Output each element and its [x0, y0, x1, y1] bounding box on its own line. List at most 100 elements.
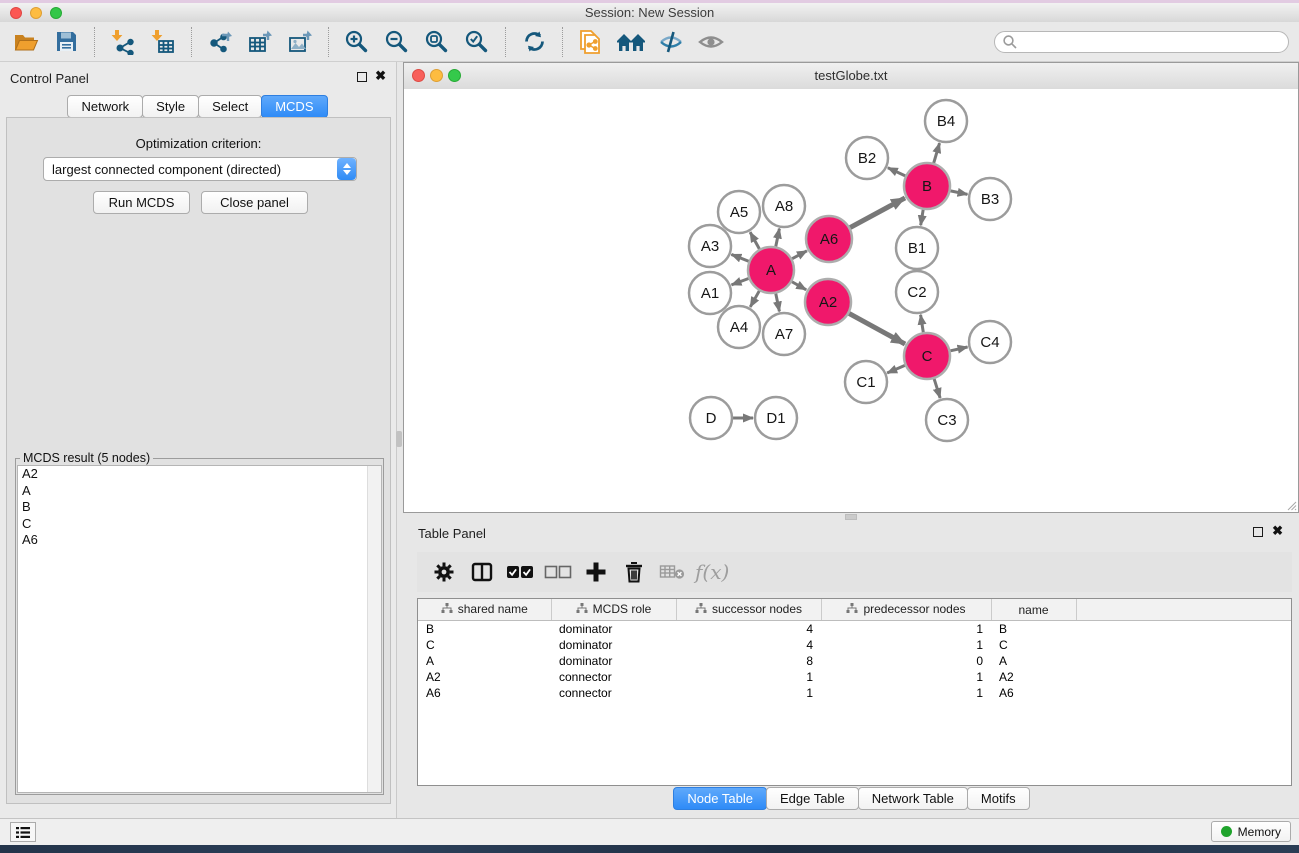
node-table[interactable]: shared nameMCDS rolesuccessor nodesprede…	[417, 598, 1292, 786]
cell-name[interactable]: A2	[991, 669, 1076, 685]
column-header-name[interactable]: name	[991, 599, 1076, 621]
table-close-panel-icon[interactable]: ✖	[1272, 524, 1283, 538]
cell-MCDS-role[interactable]: dominator	[551, 621, 676, 638]
cell-MCDS-role[interactable]: dominator	[551, 653, 676, 669]
show-columns-button[interactable]	[463, 554, 501, 590]
hide-details-button[interactable]	[651, 24, 691, 60]
edge-B-B3[interactable]	[951, 191, 968, 195]
open-session-button[interactable]	[6, 24, 46, 60]
node-B[interactable]: B	[904, 163, 950, 209]
cell-name[interactable]: A6	[991, 685, 1076, 701]
tab-style[interactable]: Style	[142, 95, 199, 118]
cell-predecessor-nodes[interactable]: 1	[821, 621, 991, 638]
result-item-a[interactable]: A	[18, 483, 381, 500]
result-item-a2[interactable]: A2	[18, 466, 381, 483]
edge-A-A3[interactable]	[731, 254, 748, 261]
cell-shared-name[interactable]: A	[418, 653, 551, 669]
node-A2[interactable]: A2	[805, 279, 851, 325]
cell-MCDS-role[interactable]: connector	[551, 685, 676, 701]
column-header-successor-nodes[interactable]: successor nodes	[676, 599, 821, 621]
edge-C-C1[interactable]	[887, 365, 905, 373]
node-C1[interactable]: C1	[845, 361, 887, 403]
node-A8[interactable]: A8	[763, 185, 805, 227]
memory-button[interactable]: Memory	[1211, 821, 1291, 842]
mcds-result-list[interactable]: A2ABCA6	[17, 465, 382, 793]
node-B1[interactable]: B1	[896, 227, 938, 269]
zoom-fit-button[interactable]	[417, 24, 457, 60]
show-hide-graphics-button[interactable]	[611, 24, 651, 60]
tab-network[interactable]: Network	[67, 95, 143, 118]
edge-B-B2[interactable]	[888, 168, 905, 176]
export-table-button[interactable]	[240, 24, 280, 60]
edge-A-A5[interactable]	[750, 232, 759, 249]
tab-mcds[interactable]: MCDS	[261, 95, 327, 118]
node-C4[interactable]: C4	[969, 321, 1011, 363]
cell-shared-name[interactable]: A2	[418, 669, 551, 685]
node-A1[interactable]: A1	[689, 272, 731, 314]
run-mcds-button[interactable]: Run MCDS	[93, 191, 190, 214]
cell-successor-nodes[interactable]: 4	[676, 637, 821, 653]
node-B4[interactable]: B4	[925, 100, 967, 142]
tab-select[interactable]: Select	[198, 95, 262, 118]
zoom-in-button[interactable]	[337, 24, 377, 60]
edge-A-A8[interactable]	[776, 229, 780, 247]
table-settings-button[interactable]	[425, 554, 463, 590]
table-row[interactable]: Adominator80A	[418, 653, 1291, 669]
edge-B-B4[interactable]	[934, 143, 940, 163]
table-row[interactable]: A6connector11A6	[418, 685, 1291, 701]
node-A5[interactable]: A5	[718, 191, 760, 233]
result-item-b[interactable]: B	[18, 499, 381, 516]
select-all-button[interactable]	[501, 554, 539, 590]
close-panel-icon[interactable]: ✖	[375, 69, 386, 83]
tab-network-table[interactable]: Network Table	[858, 787, 968, 810]
result-scrollbar-track[interactable]	[367, 466, 381, 792]
cell-successor-nodes[interactable]: 4	[676, 621, 821, 638]
zoom-out-button[interactable]	[377, 24, 417, 60]
edge-A-A2[interactable]	[792, 282, 806, 290]
node-A[interactable]: A	[748, 247, 794, 293]
edge-A-A4[interactable]	[750, 291, 759, 307]
zoom-selected-button[interactable]	[457, 24, 497, 60]
new-network-from-selection-button[interactable]	[571, 24, 611, 60]
close-panel-button[interactable]: Close panel	[201, 191, 308, 214]
cell-successor-nodes[interactable]: 8	[676, 653, 821, 669]
export-network-button[interactable]	[200, 24, 240, 60]
node-D1[interactable]: D1	[755, 397, 797, 439]
criterion-dropdown[interactable]: largest connected component (directed)	[43, 157, 357, 181]
edge-A2-C[interactable]	[849, 313, 905, 344]
cell-name[interactable]: A	[991, 653, 1076, 669]
edge-C-C2[interactable]	[921, 315, 924, 333]
tab-motifs[interactable]: Motifs	[967, 787, 1030, 810]
network-window-titlebar[interactable]: testGlobe.txt	[404, 63, 1298, 90]
node-A7[interactable]: A7	[763, 313, 805, 355]
cell-MCDS-role[interactable]: connector	[551, 669, 676, 685]
add-column-button[interactable]	[577, 554, 615, 590]
node-D[interactable]: D	[690, 397, 732, 439]
search-input[interactable]	[1023, 32, 1288, 52]
cell-predecessor-nodes[interactable]: 1	[821, 685, 991, 701]
node-A6[interactable]: A6	[806, 216, 852, 262]
tab-edge-table[interactable]: Edge Table	[766, 787, 859, 810]
resize-grip-icon[interactable]	[1285, 499, 1297, 511]
table-row[interactable]: Bdominator41B	[418, 621, 1291, 638]
apply-layout-button[interactable]	[514, 24, 554, 60]
edge-C-C4[interactable]	[950, 347, 967, 351]
table-row[interactable]: A2connector11A2	[418, 669, 1291, 685]
edge-A-A7[interactable]	[776, 294, 780, 312]
import-table-button[interactable]	[143, 24, 183, 60]
tab-node-table[interactable]: Node Table	[673, 787, 767, 810]
edge-A-A1[interactable]	[732, 278, 749, 284]
deselect-all-button[interactable]	[539, 554, 577, 590]
network-canvas[interactable]: AA1A2A3A4A5A6A7A8BB1B2B3B4CC1C2C3C4DD1	[404, 89, 1298, 512]
column-header-shared-name[interactable]: shared name	[418, 599, 551, 621]
node-C2[interactable]: C2	[896, 271, 938, 313]
search-box[interactable]	[994, 31, 1289, 53]
cell-MCDS-role[interactable]: dominator	[551, 637, 676, 653]
column-header-predecessor-nodes[interactable]: predecessor nodes	[821, 599, 991, 621]
save-session-button[interactable]	[46, 24, 86, 60]
table-row[interactable]: Cdominator41C	[418, 637, 1291, 653]
edge-C-C3[interactable]	[934, 379, 940, 398]
result-item-c[interactable]: C	[18, 516, 381, 533]
node-C3[interactable]: C3	[926, 399, 968, 441]
float-panel-icon[interactable]	[357, 72, 367, 82]
